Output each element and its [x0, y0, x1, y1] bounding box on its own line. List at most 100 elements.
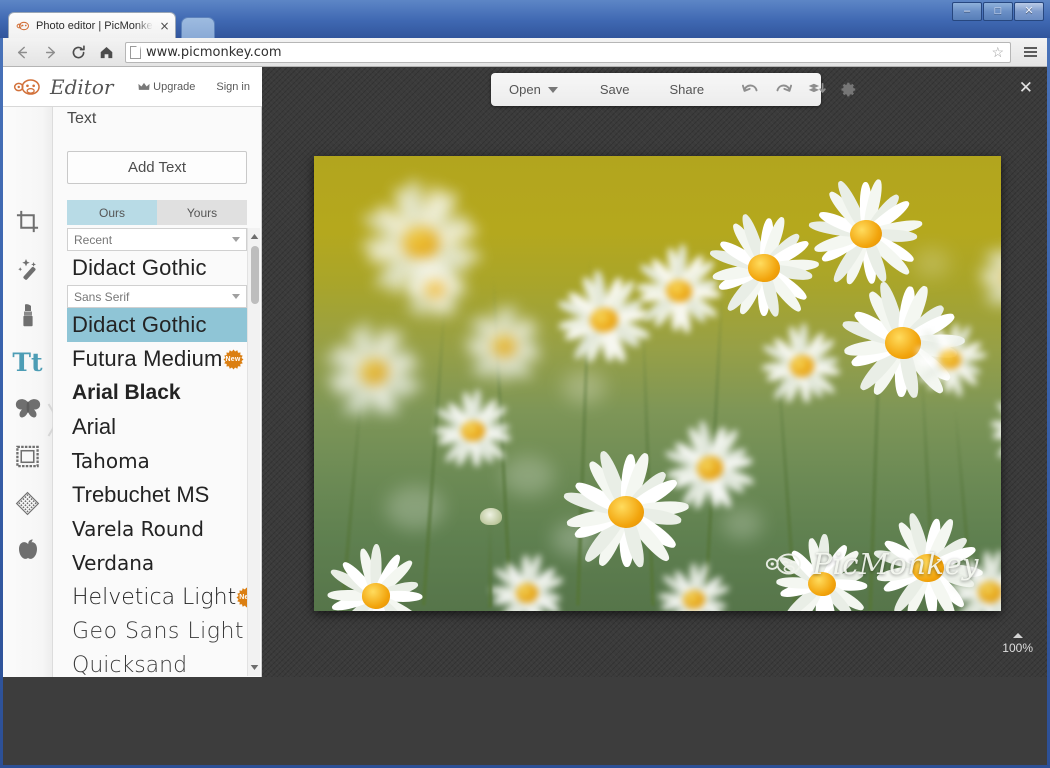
- bud-stem: [488, 522, 492, 608]
- font-list[interactable]: Recent Didact Gothic Sans Serif Didact G…: [67, 228, 247, 676]
- petals: [977, 242, 1001, 312]
- browser-menu-icon[interactable]: [1019, 41, 1041, 63]
- page-icon: [130, 45, 141, 59]
- new-badge-label: New: [225, 355, 241, 363]
- editor-photo[interactable]: PicMonkey: [314, 156, 1001, 611]
- home-icon[interactable]: [93, 40, 119, 64]
- forward-icon[interactable]: [37, 40, 63, 64]
- sans-serif-group-select[interactable]: Sans Serif: [67, 285, 247, 308]
- new-tab-button[interactable]: [181, 17, 215, 38]
- daisy-flower: [402, 255, 470, 322]
- editor-canvas-area: Open Save Share ✕ PicMonkey 100%: [262, 67, 1047, 677]
- chevron-down-icon[interactable]: [547, 86, 558, 93]
- triangle-up-icon[interactable]: [1012, 633, 1023, 638]
- bokeh-blob: [386, 486, 444, 530]
- tab-ours[interactable]: Ours: [67, 200, 157, 225]
- reload-icon[interactable]: [65, 40, 91, 64]
- browser-tab[interactable]: Photo editor | PicMonkey: Fr ×: [8, 12, 176, 38]
- lipstick-icon[interactable]: [12, 301, 44, 329]
- daisy-flower: [432, 388, 514, 472]
- recent-group-select[interactable]: Recent: [67, 228, 247, 251]
- font-name-label: Arial Black: [72, 381, 181, 404]
- close-editor-icon[interactable]: ✕: [1019, 80, 1033, 97]
- font-name-label: Helvetica Light: [72, 584, 237, 610]
- new-badge: New: [236, 587, 247, 608]
- chevron-down-icon[interactable]: [232, 294, 240, 299]
- app-header: Editor Upgrade Sign in: [3, 67, 262, 107]
- tab-strip: Photo editor | PicMonkey: Fr ×: [3, 10, 1047, 38]
- picmonkey-favicon: [16, 21, 30, 30]
- crop-icon[interactable]: [12, 207, 44, 235]
- font-name-label: Futura Medium: [72, 346, 223, 371]
- signin-link[interactable]: Sign in: [216, 81, 250, 93]
- font-source-tabs: Ours Yours: [67, 200, 247, 225]
- font-list-item[interactable]: Arial: [67, 410, 247, 444]
- apple-icon[interactable]: [12, 536, 44, 564]
- back-icon[interactable]: [9, 40, 35, 64]
- petals: [989, 392, 1001, 468]
- daisy-flower: [977, 242, 1001, 312]
- daisy-flower: [320, 318, 428, 426]
- daisy-flower: [461, 302, 546, 388]
- browser-window: – □ ✕ Photo editor | PicMonkey: Fr ×: [0, 0, 1050, 768]
- daisy-flower: [661, 419, 759, 517]
- font-list-item[interactable]: Trebuchet MS: [67, 478, 247, 512]
- font-name-label: Didact Gothic: [72, 312, 207, 337]
- font-name-label: Geo Sans Light: [72, 618, 245, 644]
- font-list-item[interactable]: Quicksand: [67, 648, 247, 677]
- tab-title: Photo editor | PicMonkey: Fr: [36, 19, 153, 32]
- open-label: Open: [509, 82, 541, 97]
- font-list-item[interactable]: Verdana: [67, 546, 247, 580]
- redo-arrow-icon[interactable]: [773, 80, 794, 99]
- recent-font-list: Didact Gothic: [67, 251, 247, 285]
- tab-yours[interactable]: Yours: [157, 200, 247, 225]
- font-list-item[interactable]: Futura Medium New: [67, 342, 247, 376]
- chevron-down-icon[interactable]: [232, 237, 240, 242]
- gear-icon[interactable]: [839, 80, 858, 99]
- page-viewport: Open Save Share ✕ PicMonkey 100% Tt Text…: [3, 67, 1047, 677]
- font-list-item[interactable]: Didact Gothic: [67, 308, 247, 342]
- save-button[interactable]: Save: [600, 82, 630, 97]
- font-list-item[interactable]: Arial Black: [67, 376, 247, 410]
- watermark-text: PicMonkey: [812, 547, 979, 581]
- font-name-label: Tahoma: [72, 449, 150, 473]
- text-tt-icon[interactable]: Tt: [12, 348, 44, 376]
- address-bar[interactable]: www.picmonkey.com ☆: [125, 41, 1011, 63]
- tab-close-icon[interactable]: ×: [158, 19, 171, 33]
- scroll-down-icon[interactable]: [248, 661, 261, 674]
- scroll-up-icon[interactable]: [248, 230, 261, 243]
- daisy-flower: [910, 320, 990, 400]
- font-list-item[interactable]: Tahoma: [67, 444, 247, 478]
- font-list-scrollbar[interactable]: [247, 228, 260, 676]
- daisy-flower: [656, 561, 733, 611]
- zoom-control[interactable]: 100%: [1002, 633, 1033, 655]
- sans-serif-group-label: Sans Serif: [74, 289, 130, 304]
- flower-center: [747, 253, 781, 283]
- font-list-item[interactable]: Didact Gothic: [67, 251, 247, 285]
- upgrade-link[interactable]: Upgrade: [138, 81, 195, 93]
- picmonkey-logo-icon: [13, 78, 40, 95]
- recent-group-label: Recent: [74, 232, 113, 247]
- flower-center: [425, 280, 445, 298]
- butterfly-icon[interactable]: [12, 395, 44, 423]
- font-list-item[interactable]: Geo Sans Light: [67, 614, 247, 648]
- editor-toolbar: Open Save Share: [491, 73, 856, 106]
- frame-icon[interactable]: [12, 442, 44, 470]
- bookmark-star-icon[interactable]: ☆: [991, 44, 1004, 61]
- magic-wand-icon[interactable]: [12, 254, 44, 282]
- panel-title: Text: [67, 110, 97, 127]
- add-text-button[interactable]: Add Text: [67, 151, 247, 184]
- scrollbar-thumb[interactable]: [251, 246, 259, 304]
- font-name-label: Varela Round: [72, 517, 204, 541]
- daisy-flower: [807, 176, 924, 291]
- font-list-item[interactable]: Helvetica LightNew: [67, 580, 247, 614]
- new-badge-label: New: [239, 593, 247, 601]
- sans-serif-font-list: Didact Gothic Futura Medium New Arial Black…: [67, 308, 247, 676]
- font-name-label: Didact Gothic: [72, 255, 207, 280]
- share-button[interactable]: Share: [669, 82, 704, 97]
- open-button[interactable]: Open: [509, 82, 558, 97]
- font-list-item[interactable]: Varela Round: [67, 512, 247, 546]
- layers-download-icon[interactable]: [806, 80, 827, 99]
- texture-icon[interactable]: [12, 489, 44, 517]
- undo-arrow-icon[interactable]: [740, 80, 761, 99]
